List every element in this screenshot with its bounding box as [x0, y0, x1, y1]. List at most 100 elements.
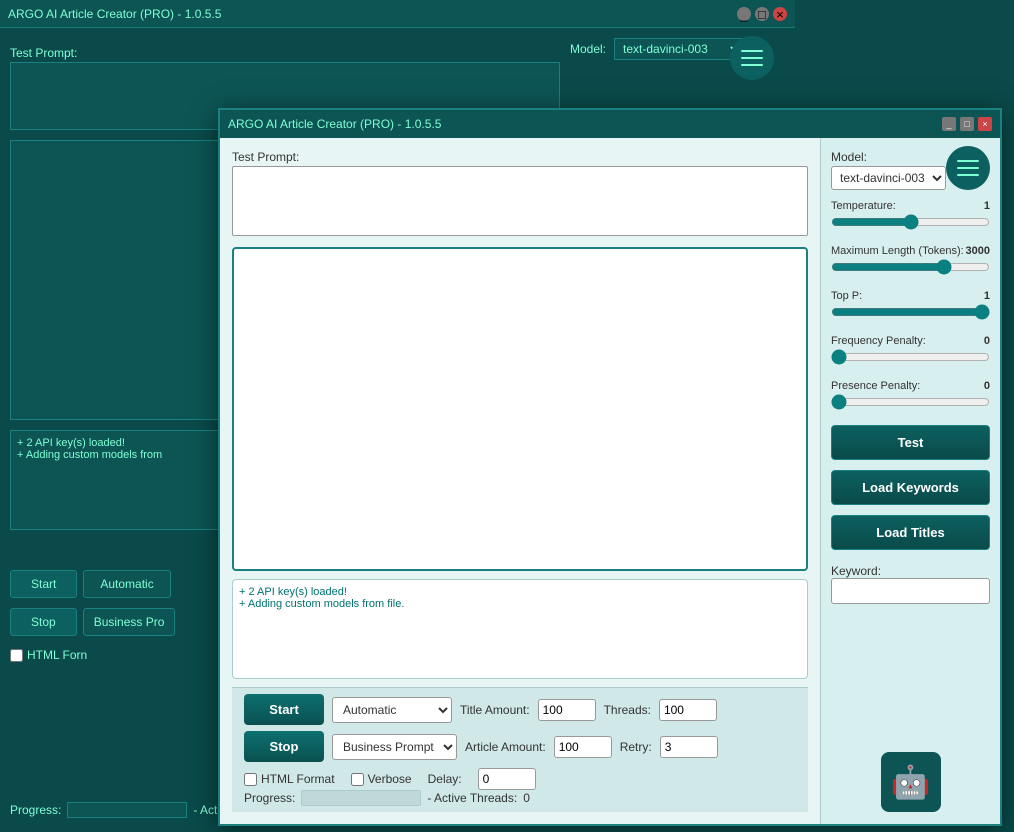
delay-label: Delay:	[428, 772, 462, 786]
bg-maximize-button[interactable]: □	[755, 7, 769, 21]
top-p-group: Top P: 1	[831, 290, 990, 323]
presence-penalty-slider[interactable]	[831, 394, 990, 410]
retry-input[interactable]	[660, 736, 718, 758]
hamburger-line-1	[741, 50, 763, 52]
bottom-controls: Start Automatic Manual Title Amount: Thr…	[232, 687, 808, 812]
dialog-body: Test Prompt: + 2 API key(s) loaded! + Ad…	[220, 138, 1000, 824]
retry-label: Retry:	[620, 740, 652, 754]
bg-business-prompt-button[interactable]: Business Pro	[83, 608, 176, 636]
dialog-right-panel: Model: text-davinci-003 text-davinci-002…	[820, 138, 1000, 824]
verbose-label: Verbose	[368, 772, 412, 786]
title-amount-label: Title Amount:	[460, 703, 530, 717]
bg-automatic-button[interactable]: Automatic	[83, 570, 170, 598]
dialog-titlebar: ARGO AI Article Creator (PRO) - 1.0.5.5 …	[220, 110, 1000, 138]
status-box: + 2 API key(s) loaded! + Adding custom m…	[232, 579, 808, 679]
max-length-value: 3000	[966, 245, 990, 257]
bg-hamburger-menu[interactable]	[730, 36, 774, 80]
threads-label: Threads:	[604, 703, 651, 717]
main-dialog: ARGO AI Article Creator (PRO) - 1.0.5.5 …	[218, 108, 1002, 826]
frequency-penalty-row: Frequency Penalty: 0	[831, 335, 990, 347]
hamburger-line-3	[741, 64, 763, 66]
presence-penalty-group: Presence Penalty: 0	[831, 380, 990, 413]
bg-status-area: + 2 API key(s) loaded! + Adding custom m…	[10, 430, 220, 530]
progress-row: Progress: - Active Threads: 0	[244, 790, 796, 806]
load-keywords-button[interactable]: Load Keywords	[831, 470, 990, 505]
keyword-section: Keyword:	[831, 560, 990, 604]
article-amount-input[interactable]	[554, 736, 612, 758]
progress-bar-outer	[301, 790, 421, 806]
hamburger-r-line-3	[957, 174, 979, 176]
title-amount-input[interactable]	[538, 699, 596, 721]
robot-icon: 🤖	[881, 752, 941, 812]
frequency-penalty-slider[interactable]	[831, 349, 990, 365]
status-line1: + 2 API key(s) loaded!	[239, 586, 801, 598]
bg-status-line1: + 2 API key(s) loaded!	[17, 437, 213, 449]
stop-button[interactable]: Stop	[244, 731, 324, 762]
bg-html-format-checkbox[interactable]	[10, 649, 23, 662]
max-length-group: Maximum Length (Tokens): 3000	[831, 245, 990, 278]
bg-progress-label: Progress:	[10, 803, 61, 817]
dialog-left-panel: Test Prompt: + 2 API key(s) loaded! + Ad…	[220, 138, 820, 824]
hamburger-r-line-2	[957, 167, 979, 169]
verbose-checkbox[interactable]	[351, 773, 364, 786]
temperature-slider[interactable]	[831, 214, 990, 230]
active-threads-value: 0	[523, 791, 530, 805]
load-titles-button[interactable]: Load Titles	[831, 515, 990, 550]
frequency-penalty-group: Frequency Penalty: 0	[831, 335, 990, 368]
bg-html-format-row: HTML Forn	[10, 648, 87, 662]
model-select[interactable]: text-davinci-003 text-davinci-002 gpt-3.…	[831, 166, 946, 190]
model-label: Model:	[831, 150, 946, 164]
dialog-close-button[interactable]: ×	[978, 117, 992, 131]
bg-progress-bar	[67, 802, 187, 818]
frequency-penalty-label: Frequency Penalty:	[831, 335, 926, 347]
hamburger-line-2	[741, 57, 763, 59]
top-p-row: Top P: 1	[831, 290, 990, 302]
delay-input[interactable]	[478, 768, 536, 790]
test-prompt-label: Test Prompt:	[232, 150, 808, 164]
start-button[interactable]: Start	[244, 694, 324, 725]
bg-model-select[interactable]: text-davinci-003	[614, 38, 744, 60]
top-p-slider[interactable]	[831, 304, 990, 320]
keyword-label: Keyword:	[831, 564, 990, 578]
hamburger-menu-icon[interactable]	[946, 146, 990, 190]
dialog-title: ARGO AI Article Creator (PRO) - 1.0.5.5	[228, 117, 441, 131]
bg-minimize-button[interactable]: _	[737, 7, 751, 21]
keyword-input[interactable]	[831, 578, 990, 604]
output-textarea[interactable]	[232, 247, 808, 571]
temperature-row: Temperature: 1	[831, 200, 990, 212]
hamburger-r-line-1	[957, 160, 979, 162]
dialog-minimize-button[interactable]: _	[942, 117, 956, 131]
threads-input[interactable]	[659, 699, 717, 721]
dialog-titlebar-buttons: _ □ ×	[942, 117, 992, 131]
temperature-value: 1	[984, 200, 990, 212]
progress-label: Progress:	[244, 791, 295, 805]
business-prompt-select[interactable]: Business Prompt Standard	[332, 734, 457, 760]
bg-start-button[interactable]: Start	[10, 570, 77, 598]
html-format-row: HTML Format	[244, 772, 335, 786]
max-length-slider[interactable]	[831, 259, 990, 275]
bg-status-line2: + Adding custom models from	[17, 449, 213, 461]
presence-penalty-label: Presence Penalty:	[831, 380, 920, 392]
bg-output-area	[10, 140, 220, 420]
html-format-checkbox[interactable]	[244, 773, 257, 786]
bg-titlebar: ARGO AI Article Creator (PRO) - 1.0.5.5 …	[0, 0, 795, 28]
bg-buttons-row2: Stop Business Pro	[10, 608, 175, 636]
bg-buttons-row1: Start Automatic	[10, 570, 171, 598]
bg-titlebar-buttons: _ □ ×	[737, 7, 787, 21]
status-line2: + Adding custom models from file.	[239, 598, 801, 610]
bg-progress-row: Progress: - Active	[10, 802, 233, 818]
temperature-label: Temperature:	[831, 200, 896, 212]
presence-penalty-value: 0	[984, 380, 990, 392]
max-length-row: Maximum Length (Tokens): 3000	[831, 245, 990, 257]
bg-stop-button[interactable]: Stop	[10, 608, 77, 636]
test-prompt-input[interactable]	[232, 166, 808, 236]
automatic-select[interactable]: Automatic Manual	[332, 697, 452, 723]
presence-penalty-row: Presence Penalty: 0	[831, 380, 990, 392]
test-button[interactable]: Test	[831, 425, 990, 460]
bg-model-row: Model: text-davinci-003	[570, 38, 744, 60]
bg-html-format-label: HTML Forn	[27, 648, 87, 662]
active-threads-label: - Active Threads:	[427, 791, 517, 805]
dialog-maximize-button[interactable]: □	[960, 117, 974, 131]
bottom-row3: HTML Format Verbose Delay:	[244, 768, 796, 790]
bg-close-button[interactable]: ×	[773, 7, 787, 21]
